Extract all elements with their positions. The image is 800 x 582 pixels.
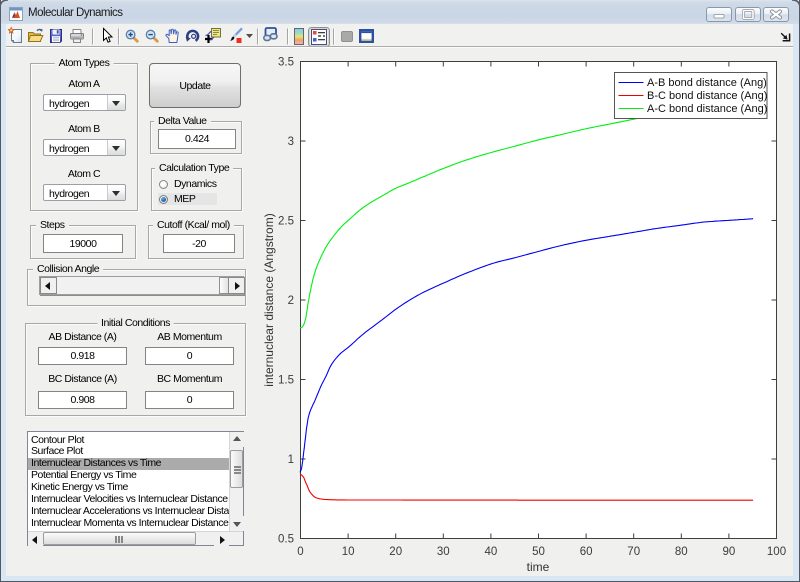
svg-text:30: 30 bbox=[437, 546, 450, 558]
svg-text:time: time bbox=[527, 560, 550, 574]
svg-text:1.5: 1.5 bbox=[278, 375, 294, 387]
svg-text:2.5: 2.5 bbox=[278, 216, 294, 228]
svg-text:internuclear distance (Angstro: internuclear distance (Angstrom) bbox=[262, 213, 276, 386]
svg-text:90: 90 bbox=[723, 546, 736, 558]
svg-text:40: 40 bbox=[485, 546, 498, 558]
svg-text:50: 50 bbox=[532, 546, 545, 558]
svg-text:B-C bond distance (Ang): B-C bond distance (Ang) bbox=[647, 90, 767, 102]
svg-text:2: 2 bbox=[288, 295, 294, 307]
svg-text:A-B bond distance (Ang): A-B bond distance (Ang) bbox=[647, 77, 767, 89]
svg-text:A-C bond distance (Ang): A-C bond distance (Ang) bbox=[647, 103, 767, 115]
svg-text:1: 1 bbox=[288, 454, 294, 466]
svg-text:3: 3 bbox=[288, 136, 294, 148]
svg-text:60: 60 bbox=[580, 546, 593, 558]
svg-text:70: 70 bbox=[627, 546, 640, 558]
svg-text:20: 20 bbox=[389, 546, 402, 558]
svg-text:0: 0 bbox=[297, 546, 303, 558]
svg-text:3.5: 3.5 bbox=[278, 57, 294, 69]
svg-text:80: 80 bbox=[675, 546, 688, 558]
svg-text:100: 100 bbox=[767, 546, 786, 558]
svg-text:0.5: 0.5 bbox=[278, 534, 294, 546]
svg-text:10: 10 bbox=[342, 546, 355, 558]
